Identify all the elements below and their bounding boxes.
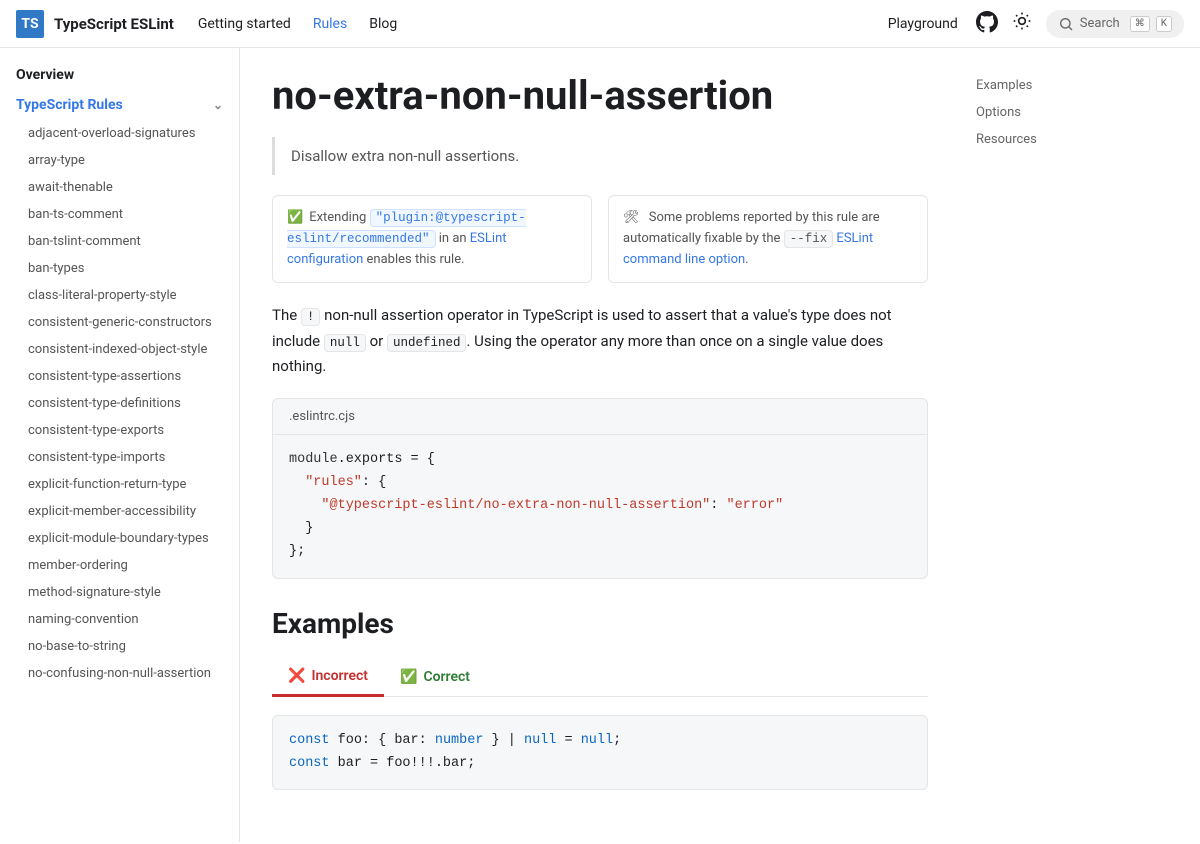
nav-rules[interactable]: Rules (313, 16, 347, 32)
check-icon: ✅ (400, 669, 417, 685)
table-of-contents: Examples Options Resources (960, 48, 1180, 842)
sidebar-rule-item[interactable]: consistent-indexed-object-style (0, 336, 239, 363)
main-content: no-extra-non-null-assertion Disallow ext… (240, 48, 960, 842)
github-icon[interactable] (976, 11, 998, 37)
sidebar-rule-item[interactable]: explicit-module-boundary-types (0, 525, 239, 552)
search-icon (1058, 16, 1074, 32)
sidebar-rule-item[interactable]: ban-tslint-comment (0, 228, 239, 255)
example-code: const foo: { bar: number } | null = null… (273, 716, 927, 790)
toc-resources[interactable]: Resources (976, 126, 1164, 153)
rule-description: The ! non-null assertion operator in Typ… (272, 303, 928, 380)
toc-examples[interactable]: Examples (976, 72, 1164, 99)
sidebar-rule-item[interactable]: consistent-generic-constructors (0, 309, 239, 336)
sidebar-rule-item[interactable]: array-type (0, 147, 239, 174)
admonition-fixable: 🛠 Some problems reported by this rule ar… (608, 195, 928, 283)
tab-correct[interactable]: ✅Correct (384, 658, 486, 696)
sidebar-rule-item[interactable]: no-base-to-string (0, 633, 239, 660)
nav-getting-started[interactable]: Getting started (198, 16, 291, 32)
sidebar-rule-item[interactable]: await-thenable (0, 174, 239, 201)
kbd-k: K (1156, 16, 1172, 32)
sidebar-rule-item[interactable]: ban-ts-comment (0, 201, 239, 228)
sidebar-category[interactable]: TypeScript Rules ⌄ (0, 90, 239, 120)
admonition-recommended: ✅Extending "plugin:@typescript-eslint/re… (272, 195, 592, 283)
search-button[interactable]: Search ⌘ K (1046, 10, 1184, 38)
code-filename: .eslintrc.cjs (273, 399, 927, 435)
check-icon: ✅ (287, 210, 303, 225)
sidebar-rule-item[interactable]: consistent-type-assertions (0, 363, 239, 390)
wrench-icon: 🛠 (623, 210, 640, 225)
examples-heading: Examples (272, 607, 928, 640)
navbar: TS TypeScript ESLint Getting started Rul… (0, 0, 1200, 48)
fix-flag-code: --fix (784, 230, 834, 248)
config-code: module.exports = { "rules": { "@typescri… (273, 435, 927, 578)
sidebar-rule-item[interactable]: member-ordering (0, 552, 239, 579)
nav-playground[interactable]: Playground (888, 16, 958, 32)
tab-incorrect[interactable]: ❌Incorrect (272, 658, 384, 697)
chevron-down-icon: ⌄ (213, 98, 223, 112)
sidebar-rule-item[interactable]: consistent-type-imports (0, 444, 239, 471)
example-code-block: const foo: { bar: number } | null = null… (272, 715, 928, 791)
example-tabs: ❌Incorrect ✅Correct (272, 658, 928, 697)
sidebar-category-label: TypeScript Rules (16, 97, 123, 113)
config-code-block: .eslintrc.cjs module.exports = { "rules"… (272, 398, 928, 579)
cross-icon: ❌ (288, 668, 305, 684)
sidebar-rule-item[interactable]: no-confusing-non-null-assertion (0, 660, 239, 687)
logo-icon: TS (16, 10, 44, 38)
search-label: Search (1080, 16, 1120, 31)
sidebar-rule-item[interactable]: ban-types (0, 255, 239, 282)
nav-blog[interactable]: Blog (369, 16, 397, 32)
page-title: no-extra-non-null-assertion (272, 72, 928, 119)
sidebar-rule-item[interactable]: naming-convention (0, 606, 239, 633)
sidebar-rule-item[interactable]: consistent-type-exports (0, 417, 239, 444)
sidebar-rule-item[interactable]: class-literal-property-style (0, 282, 239, 309)
sidebar-rule-item[interactable]: explicit-member-accessibility (0, 498, 239, 525)
sidebar-rule-item[interactable]: consistent-type-definitions (0, 390, 239, 417)
sidebar-rule-item[interactable]: method-signature-style (0, 579, 239, 606)
toc-options[interactable]: Options (976, 99, 1164, 126)
rule-summary: Disallow extra non-null assertions. (272, 137, 928, 175)
sidebar: Overview TypeScript Rules ⌄ adjacent-ove… (0, 48, 240, 842)
sidebar-rule-item[interactable]: explicit-function-return-type (0, 471, 239, 498)
sidebar-overview[interactable]: Overview (0, 60, 239, 90)
theme-toggle-icon[interactable] (1012, 11, 1032, 36)
kbd-cmd: ⌘ (1130, 16, 1150, 32)
brand-text: TypeScript ESLint (54, 15, 174, 33)
sidebar-rule-item[interactable]: adjacent-overload-signatures (0, 120, 239, 147)
